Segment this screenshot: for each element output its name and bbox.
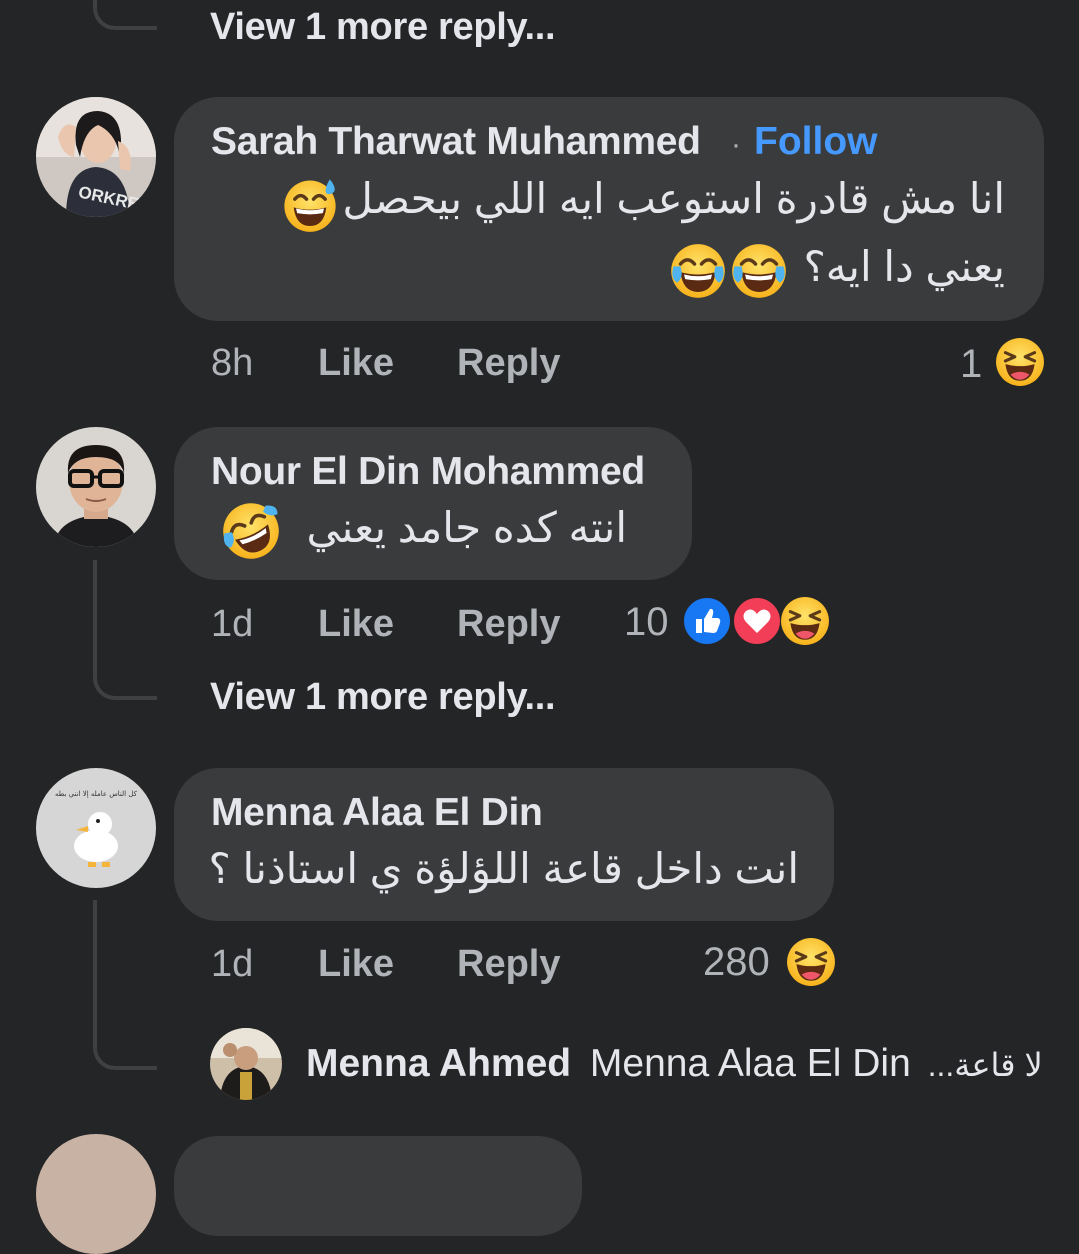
avatar[interactable]: [36, 427, 156, 547]
haha-reaction-icon[interactable]: [786, 937, 836, 987]
love-reaction-icon[interactable]: [732, 596, 782, 646]
avatar[interactable]: كل الناس عامله إلا انني بطه: [36, 768, 156, 888]
avatar[interactable]: [36, 1134, 156, 1254]
like-button[interactable]: Like: [318, 943, 394, 986]
comment-timestamp: 8h: [211, 342, 254, 384]
like-reaction-icon[interactable]: [682, 596, 732, 646]
reply-snippet: لا قاعة...: [927, 1047, 1043, 1083]
haha-reaction-icon[interactable]: [995, 337, 1045, 387]
joy-emoji-icon: [731, 243, 787, 299]
comment-bubble[interactable]: [174, 1136, 582, 1236]
reply-button[interactable]: Reply: [457, 342, 560, 385]
comment-timestamp: 1d: [211, 603, 254, 645]
reaction-count[interactable]: 1: [960, 342, 982, 387]
rofl-emoji-icon: [222, 502, 280, 560]
comment-text-line: انته كده جامد يعني: [306, 504, 627, 551]
comment-text-line: يعني دا ايه؟: [803, 243, 1005, 290]
thread-connector: [93, 0, 157, 30]
thread-connector: [93, 900, 97, 1000]
avatar-caption: كل الناس عامله إلا انني بطه: [55, 790, 138, 798]
view-more-replies-link[interactable]: View 1 more reply...: [210, 676, 556, 719]
separator-dot: ·: [731, 128, 741, 161]
reaction-count[interactable]: 10: [624, 600, 669, 645]
thread-connector: [93, 990, 157, 1070]
comment-author[interactable]: Menna Alaa El Din: [211, 791, 543, 835]
thread-connector: [93, 630, 157, 700]
reply-preview[interactable]: Menna Ahmed Menna Alaa El Din لا قاعة...: [306, 1042, 1043, 1086]
avatar[interactable]: ORKRE: [36, 97, 156, 217]
comment-author[interactable]: Sarah Tharwat Muhammed: [211, 120, 701, 164]
reply-mention[interactable]: Menna Alaa El Din: [590, 1042, 911, 1085]
like-button[interactable]: Like: [318, 342, 394, 385]
reply-author[interactable]: Menna Ahmed: [306, 1042, 571, 1085]
haha-reaction-icon[interactable]: [780, 596, 830, 646]
thread-connector: [93, 560, 97, 640]
joy-emoji-icon: [670, 243, 726, 299]
sweat-smile-emoji-icon: [282, 177, 338, 233]
comment-timestamp: 1d: [211, 943, 254, 985]
reply-button[interactable]: Reply: [457, 943, 560, 986]
comment-text-line: انت داخل قاعة اللؤلؤة ي استاذنا ؟: [208, 845, 799, 892]
comment-text-line: انا مش قادرة استوعب ايه اللي بيحصل: [342, 175, 1005, 222]
follow-button[interactable]: Follow: [754, 120, 877, 164]
avatar[interactable]: [210, 1028, 282, 1100]
reaction-count[interactable]: 280: [703, 940, 770, 985]
view-more-replies-link[interactable]: View 1 more reply...: [210, 6, 556, 49]
comment-author[interactable]: Nour El Din Mohammed: [211, 450, 645, 494]
like-button[interactable]: Like: [318, 603, 394, 646]
reply-button[interactable]: Reply: [457, 603, 560, 646]
